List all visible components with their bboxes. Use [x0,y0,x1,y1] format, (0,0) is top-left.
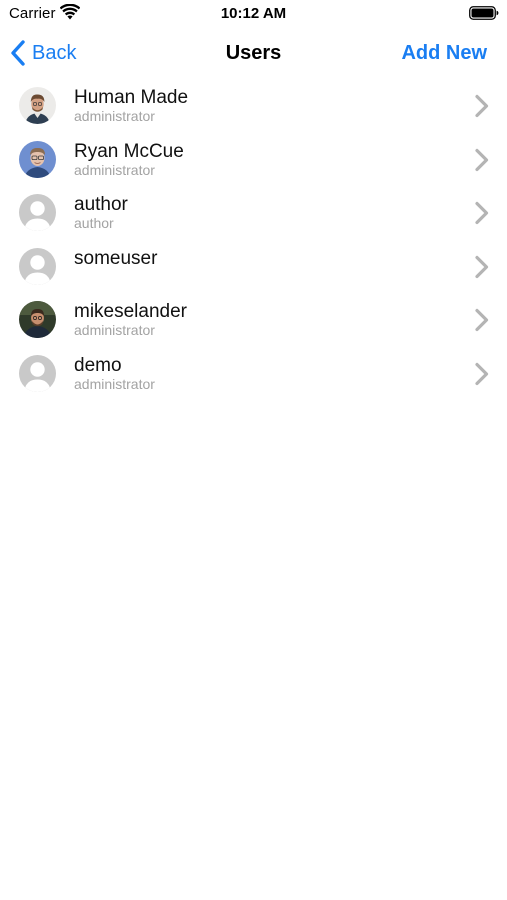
user-name: mikeselander [74,301,187,323]
default-avatar-icon [19,247,56,285]
user-role: administrator [74,322,155,339]
battery-icon [469,6,499,20]
user-name: author [74,194,128,216]
default-avatar-icon [19,194,56,232]
add-new-button[interactable]: Add New [401,42,487,65]
users-list: Human Made administrator Ryan McCue admi… [0,79,507,401]
list-item[interactable]: Ryan McCue administrator [0,133,507,187]
user-role: administrator [74,108,155,124]
avatar [19,301,56,339]
chevron-right-icon [474,308,490,332]
default-avatar-icon [19,354,56,392]
list-item[interactable]: Human Made administrator [0,79,507,133]
user-name: Human Made [74,87,189,108]
navigation-bar: Back Users Add New [0,30,507,76]
user-name: demo [74,354,122,376]
user-role: author [74,215,114,232]
chevron-right-icon [474,255,490,279]
user-name: Ryan McCue [74,140,184,162]
user-role: administrator [74,375,155,392]
user-role: administrator [74,161,155,178]
list-item[interactable]: demo administrator [0,347,507,401]
chevron-right-icon [474,362,490,386]
status-time: 10:12 AM [220,5,287,22]
list-item[interactable]: author author [0,186,507,240]
avatar [19,140,56,178]
list-item[interactable]: mikeselander administrator [0,293,507,347]
user-name: someuser [74,247,158,269]
avatar [19,87,56,124]
chevron-right-icon [474,201,490,225]
chevron-right-icon [474,94,490,118]
list-item[interactable]: someuser [0,240,507,294]
chevron-right-icon [474,148,490,172]
status-bar: Carrier 10:12 AM [0,0,507,30]
